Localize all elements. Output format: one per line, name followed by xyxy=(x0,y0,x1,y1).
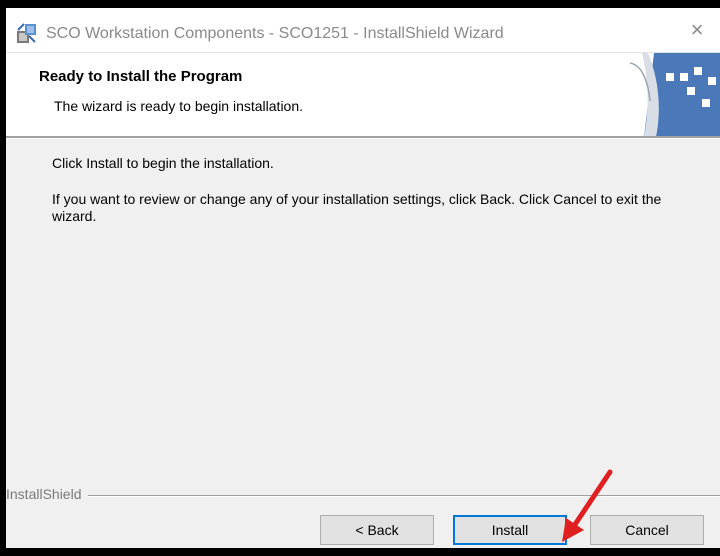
close-icon[interactable]: × xyxy=(674,8,720,52)
install-button[interactable]: Install xyxy=(453,515,567,545)
page-description: The wizard is ready to begin installatio… xyxy=(54,98,304,114)
installer-app-icon xyxy=(17,23,36,43)
title-bar[interactable]: SCO Workstation Components - SCO1251 - I… xyxy=(6,8,720,52)
window-title: SCO Workstation Components - SCO1251 - I… xyxy=(46,25,504,42)
installshield-brand-label: InstallShield xyxy=(6,486,88,502)
review-settings-text: If you want to review or change any of y… xyxy=(52,191,662,224)
header-divider xyxy=(6,136,720,139)
installshield-banner-graphic xyxy=(612,53,720,137)
footer-divider xyxy=(6,495,720,497)
page-title: Ready to Install the Program xyxy=(39,68,243,85)
cancel-button[interactable]: Cancel xyxy=(590,515,704,545)
installer-window: SCO Workstation Components - SCO1251 - I… xyxy=(6,8,720,548)
back-button[interactable]: < Back xyxy=(320,515,434,545)
header-panel: Ready to Install the Program The wizard … xyxy=(6,52,720,137)
instruction-text: Click Install to begin the installation. xyxy=(52,155,274,171)
